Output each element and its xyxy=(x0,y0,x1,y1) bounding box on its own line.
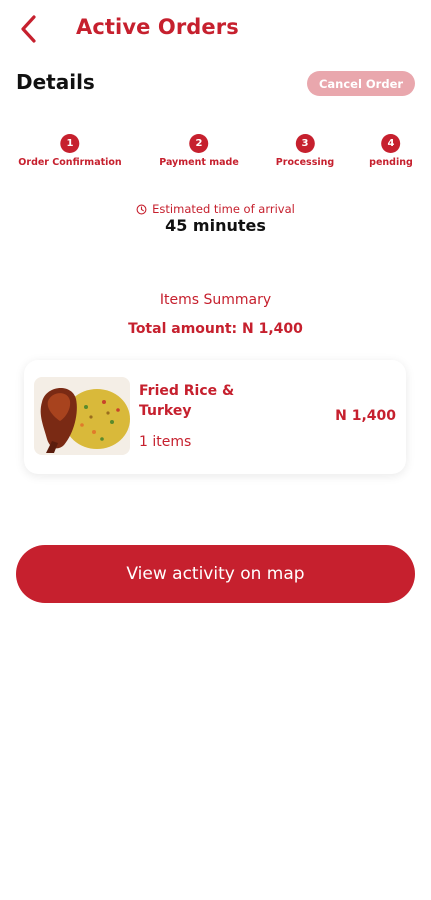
step-payment-made: 2 Payment made xyxy=(159,134,239,168)
order-progress-steps: 1 Order Confirmation 2 Payment made 3 Pr… xyxy=(0,134,431,174)
fried-rice-turkey-image xyxy=(34,377,130,455)
page-title: Active Orders xyxy=(76,15,239,39)
items-summary-heading: Items Summary xyxy=(159,292,272,308)
step-number: 4 xyxy=(381,134,401,153)
active-orders-screen: Active Orders Details Cancel Order 1 Ord… xyxy=(0,0,431,900)
item-name: Fried Rice & Turkey xyxy=(139,383,235,419)
item-quantity: 1 items xyxy=(139,434,192,450)
step-label: Processing xyxy=(275,157,335,168)
step-label: pending xyxy=(369,157,413,168)
total-amount: Total amount: N 1,400 xyxy=(128,321,303,337)
eta-label-row: Estimated time of arrival xyxy=(0,202,431,216)
step-number: 3 xyxy=(295,134,315,153)
step-pending: 4 pending xyxy=(369,134,413,168)
eta-value: 45 minutes xyxy=(165,216,266,235)
item-price: N 1,400 xyxy=(335,408,396,424)
details-heading: Details xyxy=(16,70,95,94)
cancel-order-button[interactable]: Cancel Order xyxy=(307,71,415,96)
view-activity-map-button[interactable]: View activity on map xyxy=(16,545,415,603)
step-label: Payment made xyxy=(159,157,239,168)
back-button[interactable] xyxy=(14,14,44,44)
clock-icon xyxy=(136,204,147,214)
step-number: 1 xyxy=(60,134,80,153)
step-number: 2 xyxy=(189,134,209,153)
chevron-left-icon xyxy=(21,15,36,43)
step-processing: 3 Processing xyxy=(276,134,334,168)
order-item-card[interactable]: Fried Rice & Turkey 1 items N 1,400 xyxy=(24,360,406,474)
step-label: Order Confirmation xyxy=(18,157,122,168)
step-order-confirmation: 1 Order Confirmation xyxy=(18,134,122,168)
eta-label: Estimated time of arrival xyxy=(152,202,295,216)
